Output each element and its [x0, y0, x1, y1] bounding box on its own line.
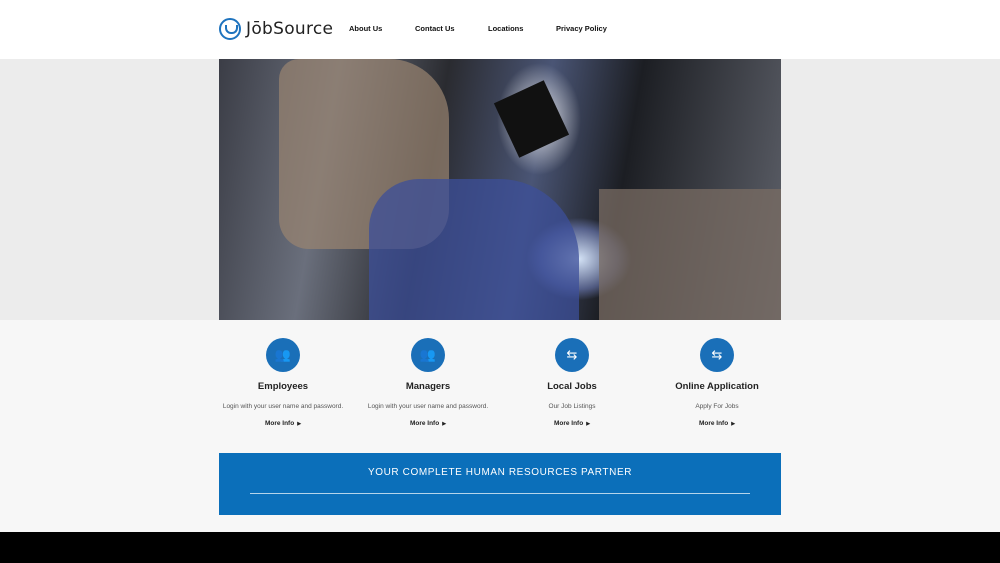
logo-icon — [219, 18, 241, 40]
banner-text: YOUR COMPLETE HUMAN RESOURCES PARTNER — [367, 467, 633, 478]
feature-online-application: ⇆ Online Application Apply For Jobs More… — [642, 338, 792, 430]
nav-contact-us[interactable]: Contact Us — [415, 24, 455, 33]
caret-right-icon: ▶ — [586, 420, 591, 427]
caret-right-icon: ▶ — [297, 420, 302, 427]
more-info-link[interactable]: More Info ▶ — [265, 420, 301, 427]
caret-right-icon: ▶ — [731, 420, 736, 427]
feature-desc: Login with your user name and password. — [367, 403, 489, 410]
brand-logo[interactable]: JōbSource — [219, 18, 333, 40]
more-info-link[interactable]: More Info ▶ — [554, 420, 590, 427]
banner-divider — [250, 493, 750, 494]
brand-name: JōbSource — [246, 19, 334, 39]
feature-employees: 👥 Employees Login with your user name an… — [208, 338, 358, 430]
nav-about-us[interactable]: About Us — [349, 24, 382, 33]
swap-arrows-icon[interactable]: ⇆ — [700, 338, 734, 372]
users-icon[interactable]: 👥 — [266, 338, 300, 372]
users-icon[interactable]: 👥 — [411, 338, 445, 372]
nav-privacy-policy[interactable]: Privacy Policy — [556, 24, 607, 33]
feature-desc: Apply For Jobs — [695, 403, 739, 410]
feature-title: Employees — [257, 381, 309, 392]
feature-title: Managers — [405, 381, 451, 392]
more-info-link[interactable]: More Info ▶ — [410, 420, 446, 427]
site-header: JōbSource About Us Contact Us Locations … — [0, 0, 1000, 59]
feature-managers: 👥 Managers Login with your user name and… — [353, 338, 503, 430]
swap-arrows-icon[interactable]: ⇆ — [555, 338, 589, 372]
hero-image-welder — [219, 59, 781, 320]
hr-partner-banner: YOUR COMPLETE HUMAN RESOURCES PARTNER — [219, 453, 781, 515]
feature-title: Local Jobs — [547, 381, 597, 392]
footer — [0, 532, 1000, 563]
nav-locations[interactable]: Locations — [488, 24, 523, 33]
feature-title: Online Application — [675, 381, 759, 392]
feature-local-jobs: ⇆ Local Jobs Our Job Listings More Info ▶ — [497, 338, 647, 430]
feature-desc: Our Job Listings — [548, 403, 596, 410]
caret-right-icon: ▶ — [442, 420, 447, 427]
feature-desc: Login with your user name and password. — [222, 403, 344, 410]
more-info-link[interactable]: More Info ▶ — [699, 420, 735, 427]
